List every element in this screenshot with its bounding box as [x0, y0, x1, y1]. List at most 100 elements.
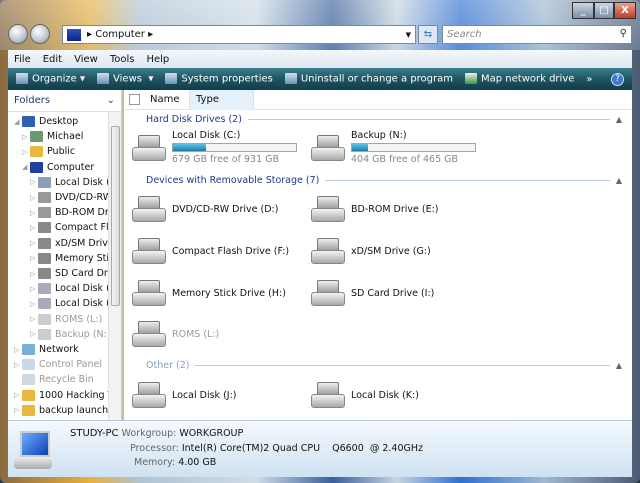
expand-arrow-icon[interactable]: ▷ [14, 346, 22, 354]
search-icon[interactable]: ⚲ [620, 28, 627, 39]
expand-arrow-icon[interactable]: ▷ [30, 254, 38, 262]
collapse-icon[interactable]: ▲ [616, 361, 622, 370]
group-hard-disk-drives[interactable]: Hard Disk Drives (2) ▲ [146, 113, 622, 125]
tree-item-label: backup launcher [39, 404, 108, 416]
drive-item[interactable]: xD/SM Drive (G:) [309, 236, 431, 266]
tree-item[interactable]: ▷ BD-ROM Drive (E:) [8, 205, 108, 220]
drive-item[interactable]: DVD/CD-RW Drive (D:) [130, 194, 278, 224]
drive-item[interactable]: Compact Flash Drive (F:) [130, 236, 289, 266]
tree-item[interactable]: Recycle Bin [8, 372, 108, 387]
more-commands-button[interactable]: » [586, 74, 592, 85]
folder-icon [22, 344, 35, 355]
select-all-checkbox[interactable] [129, 94, 140, 105]
group-other[interactable]: Other (2) ▲ [146, 359, 622, 371]
disk-usage-fill [352, 144, 368, 151]
column-headers: Name Type [124, 89, 632, 110]
computer-icon [12, 431, 56, 473]
tree-item-label: xD/SM Drive (G:) [55, 237, 108, 249]
map-network-drive-button[interactable]: Map network drive [465, 73, 574, 85]
drive-item[interactable]: Local Disk (K:) [309, 380, 419, 410]
folder-icon [38, 237, 51, 249]
close-button[interactable]: X [614, 2, 636, 19]
menu-view[interactable]: View [68, 54, 104, 65]
tree-item[interactable]: ▷ backup launcher [8, 403, 108, 418]
collapse-arrow-icon[interactable]: ◢ [22, 163, 30, 171]
tree-item[interactable]: ▷ Network [8, 342, 108, 357]
collapse-icon[interactable]: ▲ [616, 115, 622, 124]
drive-item[interactable]: Local Disk (C:) 679 GB free of 931 GB [130, 130, 297, 165]
expand-arrow-icon[interactable]: ▷ [14, 361, 22, 369]
address-bar[interactable]: ▸ Computer ▸ ▼ [62, 25, 416, 44]
back-button[interactable] [8, 24, 28, 44]
column-name[interactable]: Name [144, 89, 190, 110]
group-removable-storage[interactable]: Devices with Removable Storage (7) ▲ [146, 174, 622, 186]
tree-item[interactable]: ▷ SD Card Drive (I:) [8, 266, 108, 281]
tree-item[interactable]: ▷ Local Disk (K:) [8, 296, 108, 311]
tree-item[interactable]: ◢ Desktop [8, 114, 108, 129]
drive-item[interactable]: SD Card Drive (I:) [309, 278, 434, 308]
expand-arrow-icon[interactable]: ▷ [30, 178, 38, 186]
menu-file[interactable]: File [8, 54, 37, 65]
search-input[interactable]: Search ⚲ [442, 25, 632, 44]
memory-label: Memory: [134, 457, 176, 468]
column-type[interactable]: Type [190, 89, 254, 110]
chevron-down-icon[interactable]: ⌄ [107, 95, 115, 106]
tree-item[interactable]: ▷ Local Disk (C:) [8, 175, 108, 190]
folders-scrollbar[interactable] [108, 112, 121, 420]
expand-arrow-icon[interactable]: ▷ [22, 148, 30, 156]
address-dropdown-icon[interactable]: ▼ [406, 31, 411, 39]
group-title: Other (2) [146, 359, 190, 371]
tree-item[interactable]: ▷ Memory Stick Drive (H:) [8, 251, 108, 266]
expand-arrow-icon[interactable]: ▷ [30, 285, 38, 293]
tree-item[interactable]: ▷ ROMS (L:) [8, 312, 108, 327]
menu-help[interactable]: Help [140, 54, 175, 65]
maximize-button[interactable]: □ [594, 2, 614, 19]
removable-drive-icon [309, 236, 347, 266]
tree-item-label: Local Disk (C:) [55, 176, 108, 188]
tree-item[interactable]: ▷ Backup (N:) [8, 327, 108, 342]
tree-item[interactable]: ▷ DVD/CD-RW Drive (D:) [8, 190, 108, 205]
drive-name: DVD/CD-RW Drive (D:) [172, 203, 279, 215]
folders-header[interactable]: Folders ⌄ [8, 90, 121, 112]
uninstall-button[interactable]: Uninstall or change a program [284, 73, 453, 85]
drive-item[interactable]: ROMS (L:) [130, 319, 219, 349]
expand-arrow-icon[interactable]: ▷ [30, 330, 38, 338]
help-icon[interactable]: ? [611, 72, 624, 86]
menu-edit[interactable]: Edit [37, 54, 68, 65]
expand-arrow-icon[interactable]: ▷ [14, 406, 22, 414]
expand-arrow-icon[interactable]: ▷ [30, 194, 38, 202]
folder-icon [22, 359, 35, 371]
drive-item[interactable]: Memory Stick Drive (H:) [130, 278, 286, 308]
expand-arrow-icon[interactable]: ▷ [30, 209, 38, 217]
expand-arrow-icon[interactable]: ▷ [30, 315, 38, 323]
minimize-button[interactable]: _ [572, 2, 594, 19]
network-drive-icon [465, 73, 478, 85]
scrollbar-thumb[interactable] [111, 126, 120, 306]
tree-item[interactable]: ◢ Computer [8, 160, 108, 175]
views-button[interactable]: Views ▾ [97, 73, 153, 85]
collapse-icon[interactable]: ▲ [616, 176, 622, 185]
breadcrumb-computer[interactable]: Computer [95, 29, 145, 40]
tree-item[interactable]: ▷ Public [8, 144, 108, 159]
expand-arrow-icon[interactable]: ▷ [14, 391, 22, 399]
drive-item[interactable]: BD-ROM Drive (E:) [309, 194, 439, 224]
expand-arrow-icon[interactable]: ▷ [30, 300, 38, 308]
drive-item[interactable]: Backup (N:) 404 GB free of 465 GB [309, 130, 476, 165]
tree-item[interactable]: ▷ 1000 Hacking Tricks [8, 388, 108, 403]
drive-item[interactable]: Local Disk (J:) [130, 380, 236, 410]
tree-item[interactable]: ▷ xD/SM Drive (G:) [8, 236, 108, 251]
collapse-arrow-icon[interactable]: ◢ [14, 118, 22, 126]
system-properties-button[interactable]: System properties [165, 73, 273, 85]
menu-tools[interactable]: Tools [104, 54, 141, 65]
tree-item[interactable]: ▷ Michael [8, 129, 108, 144]
forward-button[interactable] [30, 24, 50, 44]
tree-item[interactable]: ▷ Control Panel [8, 357, 108, 372]
expand-arrow-icon[interactable]: ▷ [30, 239, 38, 247]
expand-arrow-icon[interactable]: ▷ [30, 270, 38, 278]
expand-arrow-icon[interactable]: ▷ [22, 133, 30, 141]
tree-item[interactable]: ▷ Compact Flash Drive (F:) [8, 220, 108, 235]
expand-arrow-icon[interactable]: ▷ [30, 224, 38, 232]
refresh-button[interactable]: ⇆ [418, 25, 438, 44]
organize-button[interactable]: Organize ▾ [16, 73, 85, 85]
tree-item[interactable]: ▷ Local Disk (J:) [8, 281, 108, 296]
